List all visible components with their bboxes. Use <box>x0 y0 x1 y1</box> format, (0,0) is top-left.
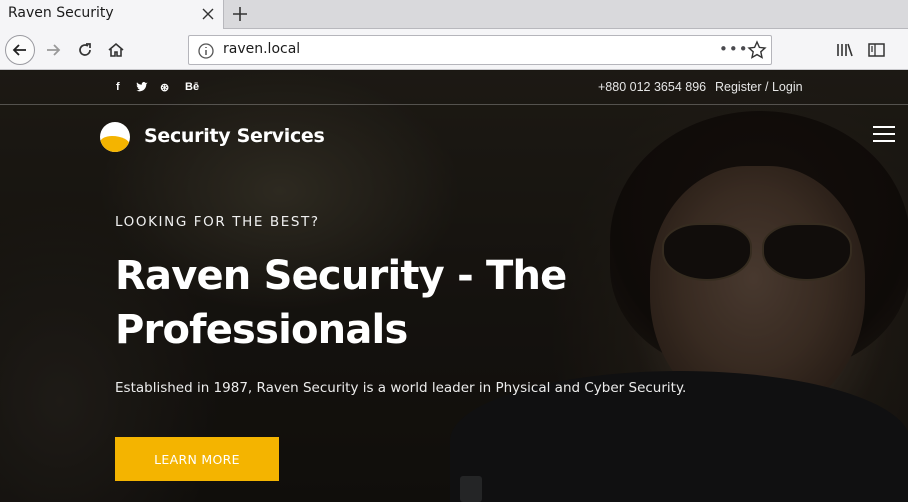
sidebar-button[interactable] <box>864 37 890 63</box>
logo-fill <box>100 136 130 152</box>
register-login-link[interactable]: Register / Login <box>715 80 803 94</box>
home-icon <box>108 42 124 57</box>
reload-button[interactable] <box>72 37 98 63</box>
hero-description: Established in 1987, Raven Security is a… <box>115 380 687 396</box>
forward-button[interactable] <box>40 37 66 63</box>
home-button[interactable] <box>103 37 129 63</box>
menu-line <box>873 126 895 128</box>
browser-tab-strip: Raven Security <box>0 0 908 29</box>
menu-line <box>873 133 895 135</box>
bookmark-star-icon[interactable] <box>747 40 767 60</box>
arrow-left-icon <box>12 44 26 56</box>
tab-title: Raven Security <box>8 5 114 21</box>
page-actions-menu[interactable]: ••• <box>719 40 749 58</box>
twitter-bird-icon <box>136 82 148 92</box>
info-icon[interactable] <box>197 42 215 60</box>
brand-name[interactable]: Security Services <box>144 125 325 147</box>
twitter-icon[interactable] <box>136 81 148 95</box>
close-icon[interactable] <box>199 5 217 23</box>
back-button[interactable] <box>5 35 35 65</box>
browser-toolbar: raven.local ••• <box>0 29 908 70</box>
arrow-right-icon <box>47 44 61 56</box>
reload-icon <box>79 43 91 56</box>
web-page: f ⊛ Bē +880 012 3654 896 Register / Logi… <box>0 71 908 502</box>
hamburger-menu-icon[interactable] <box>873 126 895 144</box>
new-tab-plus-icon[interactable] <box>230 4 250 24</box>
browser-tab[interactable]: Raven Security <box>0 0 224 29</box>
phone-number: +880 012 3654 896 <box>598 80 707 94</box>
library-button[interactable] <box>832 37 858 63</box>
facebook-icon[interactable]: f <box>116 81 120 93</box>
brand-logo-icon[interactable] <box>100 122 130 152</box>
library-icon <box>837 43 853 57</box>
top-info-bar: f ⊛ Bē +880 012 3654 896 Register / Logi… <box>0 71 908 105</box>
sidebar-icon <box>868 43 885 57</box>
learn-more-button[interactable]: LEARN MORE <box>115 437 279 481</box>
dribbble-icon[interactable]: ⊛ <box>160 81 169 94</box>
hero-headline: Raven Security - The Professionals <box>115 253 567 353</box>
address-bar[interactable]: raven.local ••• <box>188 35 772 65</box>
url-text: raven.local <box>223 41 301 57</box>
menu-line <box>873 140 895 142</box>
behance-icon[interactable]: Bē <box>185 81 199 93</box>
hero-kicker: LOOKING FOR THE BEST? <box>115 214 320 230</box>
